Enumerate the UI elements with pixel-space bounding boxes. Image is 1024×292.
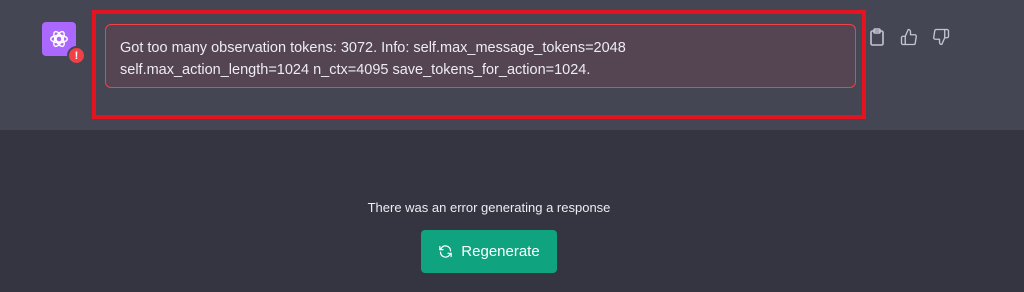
regenerate-label: Regenerate [461, 243, 540, 260]
assistant-message-row: ! Got too many observation tokens: 3072.… [0, 0, 1024, 130]
thumbs-up-button[interactable] [898, 26, 920, 48]
thumbs-up-icon [900, 28, 917, 46]
error-badge: ! [67, 46, 86, 65]
refresh-icon [439, 245, 453, 258]
clipboard-icon [870, 28, 884, 46]
generation-error-text: There was an error generating a response [367, 200, 611, 215]
thumbs-down-icon [933, 28, 950, 46]
openai-logo-icon [50, 30, 68, 48]
error-text-line-1: Got too many observation tokens: 3072. I… [120, 40, 626, 56]
regenerate-button[interactable]: Regenerate [421, 230, 557, 273]
error-message-box: Got too many observation tokens: 3072. I… [105, 24, 856, 88]
copy-button[interactable] [866, 26, 888, 48]
message-actions [866, 26, 952, 48]
error-text-line-2: self.max_action_length=1024 n_ctx=4095 s… [120, 62, 591, 78]
thumbs-down-button[interactable] [930, 26, 952, 48]
